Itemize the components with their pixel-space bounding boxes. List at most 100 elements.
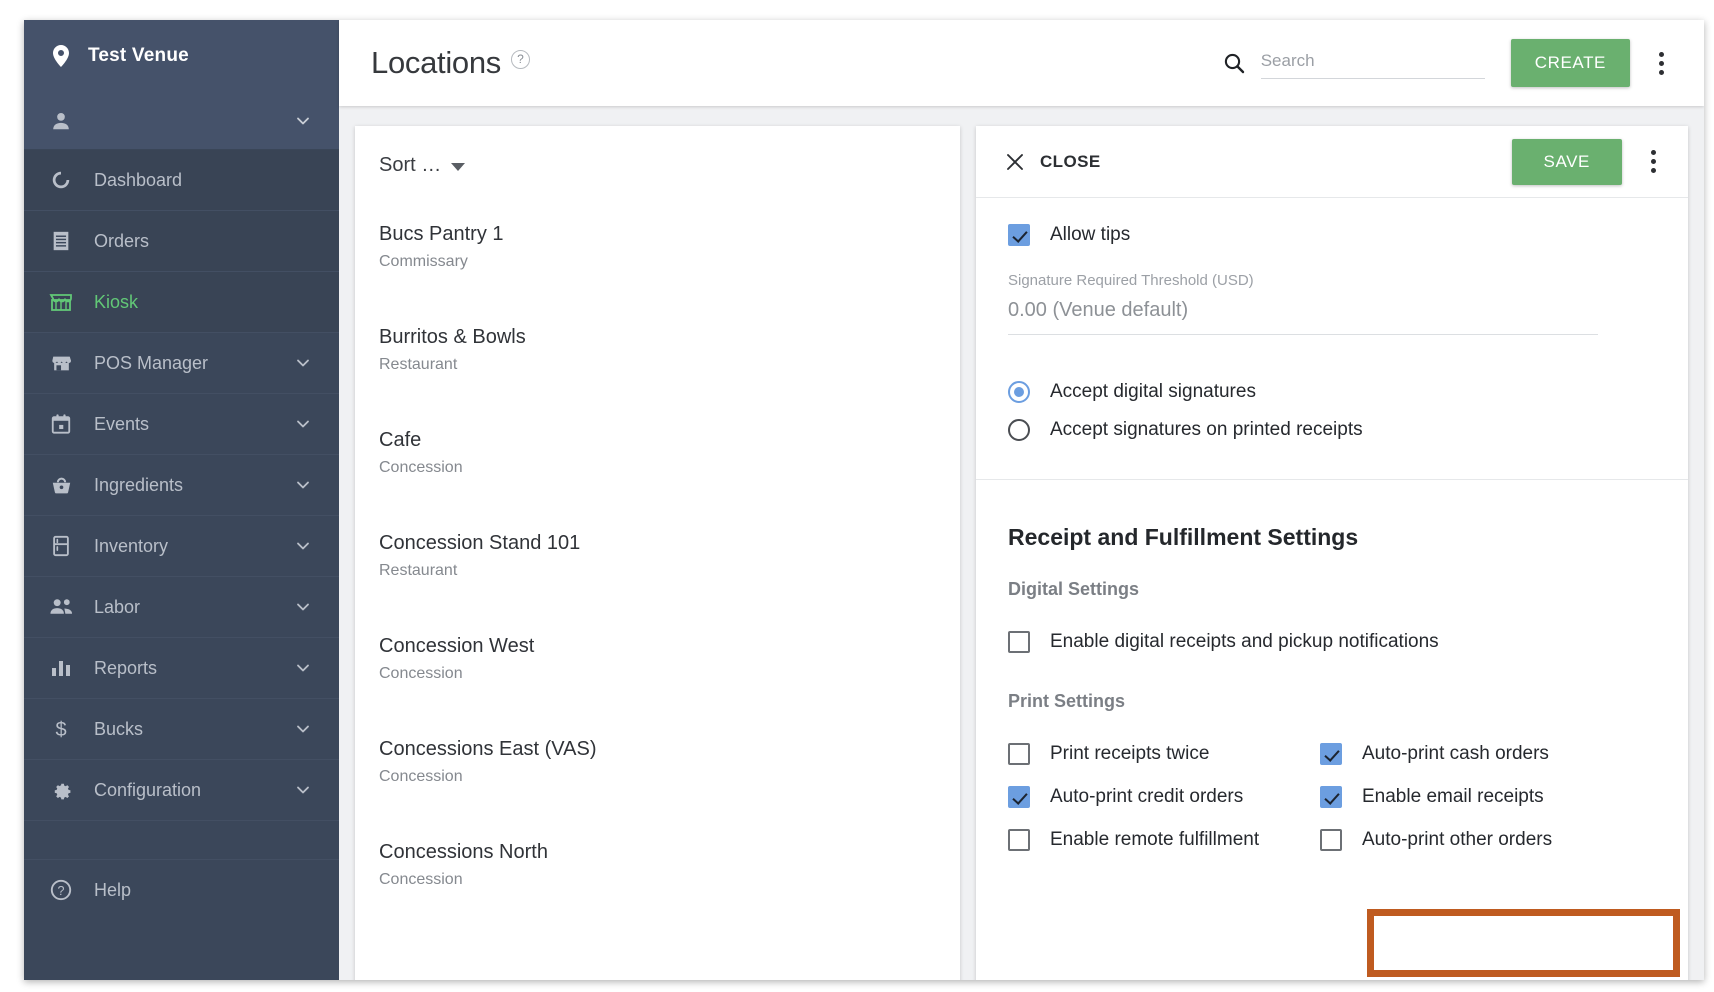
signature-threshold-input[interactable]: 0.00 (Venue default) [1008, 289, 1598, 335]
list-item[interactable]: Cafe Concession [355, 419, 960, 522]
location-type: Concession [379, 768, 463, 785]
venue-selector[interactable]: Test Venue [24, 20, 339, 92]
chevron-down-icon[interactable] [293, 536, 313, 556]
content-area: Sort … Bucs Pantry 1 Commissary Burritos… [339, 106, 1704, 980]
svg-text:?: ? [58, 884, 65, 898]
sort-dropdown[interactable]: Sort … [355, 126, 960, 177]
basket-icon [48, 472, 74, 498]
chevron-down-icon[interactable] [293, 719, 313, 739]
checkbox-auto-print-other-orders[interactable]: Auto-print other orders [1320, 818, 1656, 861]
kebab-dot [1658, 69, 1664, 75]
sidebar-item-label: Reports [94, 657, 158, 678]
location-type: Restaurant [379, 562, 458, 579]
checkbox-auto-print-cash-orders[interactable]: Auto-print cash orders [1320, 732, 1656, 775]
sidebar-item-pos-manager[interactable]: POS Manager [24, 333, 339, 394]
close-button[interactable]: CLOSE [1002, 149, 1101, 175]
checkbox-print-receipts-twice[interactable]: Print receipts twice [1008, 732, 1320, 775]
chevron-down-icon[interactable] [293, 658, 313, 678]
checkbox-label: Auto-print other orders [1362, 828, 1553, 850]
radio-accept-printed-signatures[interactable]: Accept signatures on printed receipts [1008, 411, 1656, 449]
search-input[interactable] [1260, 47, 1485, 79]
detail-panel-body: Allow tips Signature Required Threshold … [976, 198, 1688, 861]
checkbox[interactable] [1008, 828, 1030, 851]
list-item[interactable]: Concession West Concession [355, 625, 960, 728]
location-type: Concession [379, 871, 463, 888]
location-name: Concessions East (VAS) [379, 738, 597, 760]
signature-threshold-label: Signature Required Threshold (USD) [1008, 272, 1254, 289]
location-name: Bucs Pantry 1 [379, 223, 504, 245]
sidebar-item-label: Configuration [94, 779, 202, 800]
page-title: Locations [371, 45, 502, 80]
checkbox-label: Auto-print credit orders [1050, 785, 1244, 807]
radio-accept-digital-signatures[interactable]: Accept digital signatures [1008, 373, 1656, 411]
list-item[interactable]: Concessions East (VAS) Concession [355, 728, 960, 831]
sidebar-item-reports[interactable]: Reports [24, 638, 339, 699]
checkbox-enable-digital-receipts[interactable]: Enable digital receipts and pickup notif… [1008, 620, 1656, 663]
chevron-down-icon[interactable] [293, 780, 313, 800]
search-box[interactable] [1221, 47, 1485, 79]
location-name: Concessions North [379, 841, 548, 863]
help-circle-icon[interactable]: ? [511, 49, 531, 69]
signature-threshold-field[interactable]: Signature Required Threshold (USD) 0.00 … [1008, 272, 1656, 335]
checkbox-enable-email-receipts[interactable]: Enable email receipts [1320, 775, 1656, 818]
sidebar-item-help[interactable]: ? Help [24, 859, 339, 920]
chevron-down-icon[interactable] [293, 353, 313, 373]
svg-text:$: $ [55, 719, 66, 741]
list-item[interactable]: Concession Stand 101 Restaurant [355, 522, 960, 625]
list-item[interactable]: Burritos & Bowls Restaurant [355, 316, 960, 419]
receipt-section-title: Receipt and Fulfillment Settings [1008, 524, 1359, 550]
checkbox[interactable] [1008, 785, 1030, 808]
checkbox-label: Auto-print cash orders [1362, 742, 1549, 764]
sidebar-item-label: Bucks [94, 718, 144, 739]
radio-button[interactable] [1008, 419, 1030, 441]
kebab-menu-icon[interactable] [1636, 142, 1670, 182]
kebab-dot [1658, 51, 1664, 57]
chevron-down-icon[interactable] [293, 414, 313, 434]
sidebar-item-label: Inventory [94, 535, 169, 556]
chevron-down-icon[interactable] [293, 475, 313, 495]
checkbox-enable-remote-fulfillment[interactable]: Enable remote fulfillment [1008, 818, 1320, 861]
checkbox-label: Enable digital receipts and pickup notif… [1050, 630, 1439, 652]
chevron-down-icon[interactable] [293, 597, 313, 617]
create-button[interactable]: CREATE [1510, 39, 1630, 87]
checkbox[interactable] [1320, 785, 1342, 808]
sidebar-item-ingredients[interactable]: Ingredients [24, 455, 339, 516]
close-x-icon [1002, 149, 1028, 175]
location-name: Concession Stand 101 [379, 532, 581, 554]
allow-tips-checkbox[interactable] [1008, 224, 1030, 246]
sidebar-item-labor[interactable]: Labor [24, 577, 339, 638]
chevron-down-icon[interactable] [293, 111, 313, 131]
radio-label: Accept signatures on printed receipts [1050, 419, 1363, 440]
sidebar-item-dashboard[interactable]: Dashboard [24, 150, 339, 211]
print-settings-heading: Print Settings [1008, 691, 1126, 711]
list-item[interactable]: Concessions North Concession [355, 831, 960, 934]
list-item[interactable]: Bucs Pantry 1 Commissary [355, 213, 960, 316]
dashboard-icon [48, 167, 74, 193]
checkbox[interactable] [1320, 828, 1342, 851]
save-button[interactable]: SAVE [1511, 138, 1622, 185]
user-account-row[interactable] [24, 92, 339, 150]
search-icon [1221, 50, 1247, 76]
location-type: Concession [379, 459, 463, 476]
sidebar-item-inventory[interactable]: Inventory [24, 516, 339, 577]
location-name: Burritos & Bowls [379, 326, 526, 348]
calendar-icon [48, 411, 74, 437]
sidebar-item-kiosk[interactable]: Kiosk [24, 272, 339, 333]
sidebar-item-label: Ingredients [94, 474, 184, 495]
allow-tips-row[interactable]: Allow tips [1008, 224, 1656, 246]
radio-button[interactable] [1008, 381, 1030, 403]
allow-tips-label: Allow tips [1050, 224, 1131, 245]
sidebar-item-label: Orders [94, 230, 150, 251]
sidebar-item-events[interactable]: Events [24, 394, 339, 455]
venue-name: Test Venue [88, 45, 189, 66]
checkbox[interactable] [1008, 742, 1030, 765]
sidebar-item-bucks[interactable]: $ Bucks [24, 699, 339, 760]
checkbox-auto-print-credit-orders[interactable]: Auto-print credit orders [1008, 775, 1320, 818]
kebab-menu-icon[interactable] [1644, 43, 1678, 83]
sidebar: Test Venue Dashboard Orders Kiosk POS Ma… [24, 20, 339, 980]
checkbox[interactable] [1008, 630, 1030, 653]
checkbox[interactable] [1320, 742, 1342, 765]
sidebar-item-orders[interactable]: Orders [24, 211, 339, 272]
sidebar-item-configuration[interactable]: Configuration [24, 760, 339, 821]
